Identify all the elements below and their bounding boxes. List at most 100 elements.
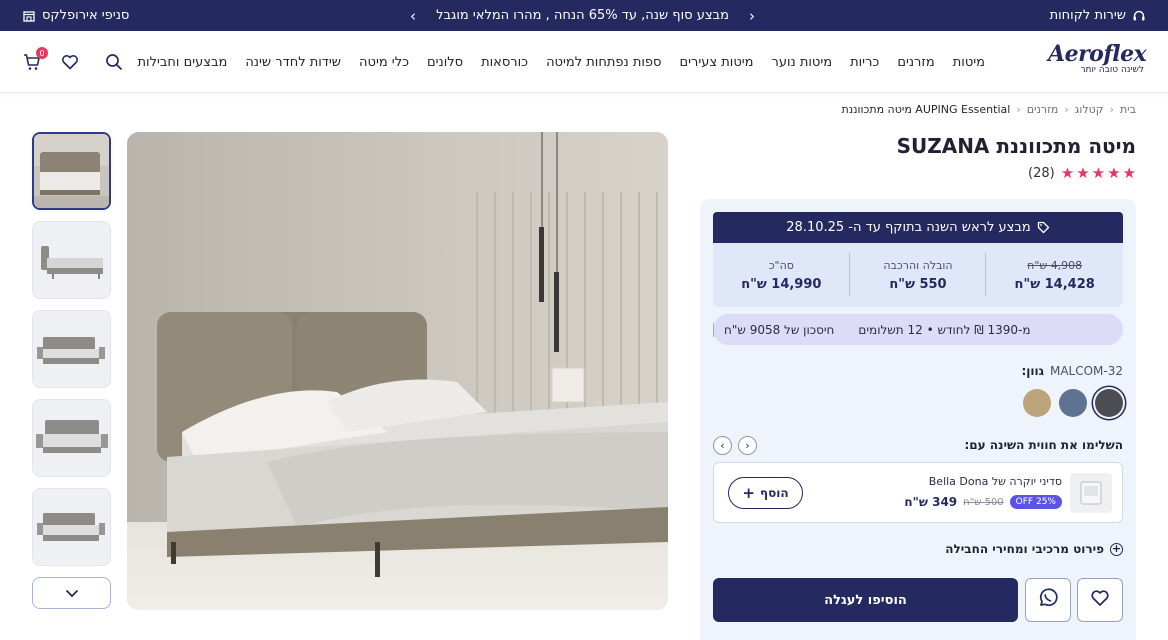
package-breakdown-toggle[interactable]: פירוט מרכיבי ומחירי החבילה + [945,542,1123,556]
thumbnail-strip [32,132,111,609]
purchase-actions: הוסיפו לעגלה [713,578,1123,622]
whatsapp-button[interactable] [1025,578,1071,622]
color-swatch-blue[interactable] [1059,389,1087,417]
main-nav: מיטות מזרנים כריות מיטות נוער מיטות צעיר… [129,31,994,93]
color-selector-label: גוון: MALCOM-32 [1021,364,1123,378]
breadcrumb-separator: › [1109,102,1114,116]
stores-label: סניפי אירופלקס [42,8,130,23]
upsell-price-row: 349 ש"ח 500 ש"ח 25% OFF [904,495,1062,509]
nav-item-bedding[interactable]: כלי מיטה [350,55,418,70]
breadcrumb-home[interactable]: בית [1120,103,1136,116]
nav-item-living-room[interactable]: סלונים [418,55,472,70]
color-swatches [1023,389,1123,417]
old-price: 4,908 ש"ח [1027,258,1083,272]
nav-item-sofa-beds[interactable]: ספות נפתחות למיטה [537,55,670,70]
store-icon [22,9,36,23]
deal-banner: מבצע לראש השנה בתוקף עד ה- 28.10.25 [713,212,1123,243]
cart-icon[interactable]: 0 [20,47,48,74]
nav-item-deals[interactable]: מבצעים וחבילות [129,55,237,70]
breakdown-label: פירוט מרכיבי ומחירי החבילה [945,542,1104,556]
plus-circle-icon: + [1110,542,1123,556]
plus-icon: + [742,484,755,502]
thumbnail-5[interactable] [32,488,111,566]
installments-text: מ-1390 ₪ לחודש • 12 תשלומים [858,322,1031,337]
nav-item-youth-beds[interactable]: מיטות נוער [762,55,841,70]
star-icon: ★ [1122,164,1136,182]
product-main-image[interactable] [127,132,668,610]
upsell-carousel-arrows: ‹ › [713,435,757,455]
upsell-product-name: סדיני יוקרה של Bella Dona [928,475,1062,488]
delivery-price: 550 ש"ח [889,276,947,292]
upsell-old-price: 500 ש"ח [963,496,1004,508]
logo-wordmark: Aeroflex [1048,41,1147,67]
whatsapp-icon [1037,587,1059,613]
thumbnails-next-button[interactable] [32,577,111,609]
breadcrumb: בית › קטלוג › מזרנים › מיטה מתכווננת AUP… [842,101,1137,117]
total-price: 14,990 ש"ח [741,276,822,292]
product-price-column: 4,908 ש"ח 14,428 ש"ח [986,243,1123,307]
stores-link[interactable]: סניפי אירופלקס [22,0,129,31]
add-to-cart-button[interactable]: הוסיפו לעגלה [713,578,1018,622]
total-price-column: סה"כ 14,990 ש"ח [713,243,850,307]
customer-service-link[interactable]: שירות לקוחות [1050,0,1146,31]
upsell-title: השלימו את חווית השינה עם: [964,438,1123,452]
chevron-down-icon [65,584,79,603]
nav-item-mattresses[interactable]: מזרנים [888,55,943,70]
chevron-right-icon[interactable]: › [738,435,757,455]
star-icon: ★ [1107,164,1121,182]
tag-icon [1037,221,1050,234]
star-icon: ★ [1076,164,1090,182]
upsell-product-image[interactable] [1070,473,1112,513]
heart-icon [1089,587,1111,613]
delivery-price-column: הובלה והרכבה 550 ש"ח [850,243,987,307]
color-swatch-dark-gray[interactable] [1095,389,1123,417]
thumbnail-2[interactable] [32,221,111,299]
color-value: MALCOM-32 [1049,364,1123,378]
upsell-add-label: הוסף [759,486,789,500]
chevron-left-icon[interactable]: ‹ [713,435,732,455]
wishlist-heart-icon[interactable] [58,50,82,74]
headset-icon [1132,9,1146,23]
breadcrumb-mattresses[interactable]: מזרנים [1027,103,1059,116]
thumbnail-3[interactable] [32,310,111,388]
thumbnail-1[interactable] [32,132,111,210]
discount-badge: 25% OFF [1009,495,1062,509]
site-header: Aeroflex לשינה טובה יותר מיטות מזרנים כר… [0,31,1168,93]
nav-item-beds[interactable]: מיטות [944,55,994,70]
promo-carousel: ‹ מבצע סוף שנה, עד 65% הנחה , מהרו המלאי… [410,0,755,31]
breadcrumb-catalog[interactable]: קטלוג [1075,103,1104,116]
price-breakdown: 4,908 ש"ח 14,428 ש"ח הובלה והרכבה 550 ש"… [713,243,1123,307]
aeroflex-logo[interactable]: Aeroflex לשינה טובה יותר [1048,41,1147,85]
star-icon: ★ [1091,164,1106,182]
product-price: 14,428 ש"ח [1014,276,1095,292]
color-label: גוון: [1021,364,1044,378]
nav-item-young-adult-beds[interactable]: מיטות צעירים [670,55,762,70]
cart-count-badge: 0 [36,47,48,59]
total-label: סה"כ [768,258,794,272]
upsell-card: סדיני יוקרה של Bella Dona 349 ש"ח 500 ש"… [713,462,1123,523]
promo-next-icon[interactable]: › [749,7,755,25]
star-icon: ★ [1060,164,1075,182]
upsell-add-button[interactable]: הוסף + [728,477,803,509]
delivery-label: הובלה והרכבה [883,258,953,272]
wishlist-button[interactable] [1077,578,1123,622]
nav-item-dressers[interactable]: שידות לחדר שינה [236,55,350,70]
breadcrumb-separator: › [1016,102,1021,116]
upsell-price: 349 ש"ח [904,495,958,509]
deal-text: מבצע לראש השנה בתוקף עד ה- 28.10.25 [786,220,1031,235]
savings-bar: חיסכון של 9058 ש"ח מ-1390 ₪ לחודש • 12 ת… [713,314,1123,345]
breadcrumb-current: מיטה מתכווננת AUPING Essential [841,102,1011,116]
promo-prev-icon[interactable]: ‹ [410,7,416,25]
customer-service-label: שירות לקוחות [1049,8,1126,23]
promo-text: מבצע סוף שנה, עד 65% הנחה , מהרו המלאי מ… [436,8,729,23]
savings-text: חיסכון של 9058 ש"ח [713,322,846,337]
product-rating[interactable]: ★ ★ ★ ★ ★ (28) [1028,164,1136,182]
thumbnail-4[interactable] [32,399,111,477]
product-title: מיטה מתכווננת SUZANA [896,134,1136,158]
search-icon[interactable] [102,50,126,74]
announcement-bar: סניפי אירופלקס ‹ מבצע סוף שנה, עד 65% הנ… [0,0,1168,31]
nav-item-armchairs[interactable]: כורסאות [472,55,537,70]
nav-item-pillows[interactable]: כריות [841,55,888,70]
breadcrumb-separator: › [1064,102,1069,116]
color-swatch-beige[interactable] [1023,389,1051,417]
